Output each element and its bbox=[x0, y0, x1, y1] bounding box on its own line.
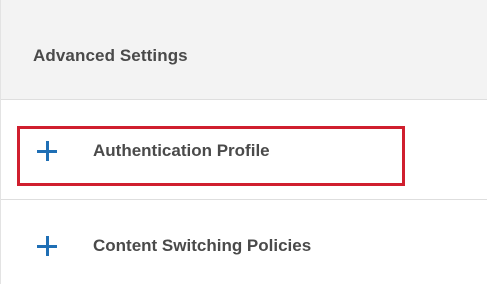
plus-icon[interactable] bbox=[37, 141, 57, 161]
advanced-settings-panel: Advanced Settings Authentication Profile… bbox=[0, 0, 487, 284]
list-item-label[interactable]: Content Switching Policies bbox=[93, 236, 311, 256]
plus-icon[interactable] bbox=[37, 236, 57, 256]
section-header: Advanced Settings bbox=[1, 0, 487, 100]
list-item-content-switching-policies[interactable]: Content Switching Policies bbox=[1, 201, 487, 284]
list-item-authentication-profile[interactable]: Authentication Profile bbox=[1, 101, 487, 200]
section-title: Advanced Settings bbox=[33, 46, 188, 65]
list-item-label[interactable]: Authentication Profile bbox=[93, 141, 270, 161]
